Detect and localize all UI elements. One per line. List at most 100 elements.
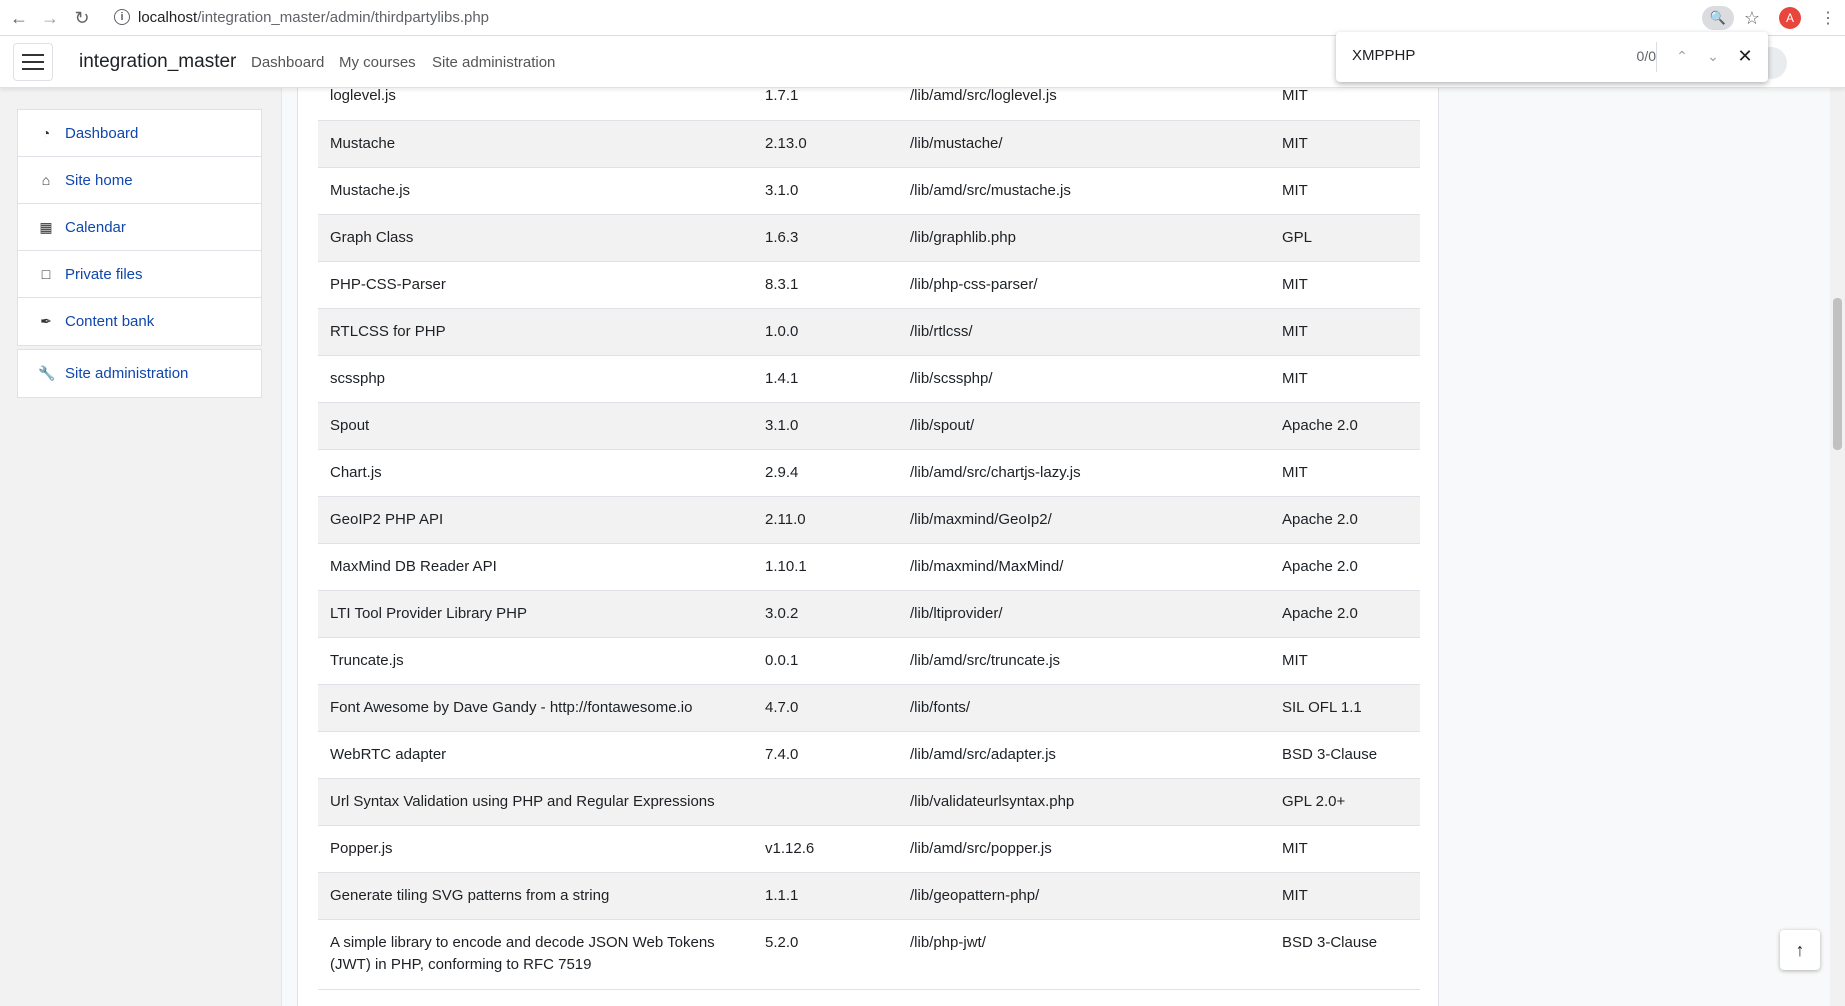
library-location-cell: /lib/amd/src/adapter.js <box>898 731 1270 779</box>
drawer-item-label: Calendar <box>65 218 126 236</box>
library-license-cell: MIT <box>1270 872 1420 920</box>
find-divider <box>1656 42 1657 72</box>
library-license-cell: MIT <box>1270 449 1420 497</box>
library-version-cell: 2.9.4 <box>753 449 898 497</box>
drawer-item-label: Content bank <box>65 313 155 330</box>
library-license-cell: MIT <box>1270 261 1420 309</box>
nav-site-administration-link[interactable]: Site administration <box>432 54 555 71</box>
calendar-icon: ▦ <box>39 218 53 235</box>
library-name-cell: Font Awesome by Dave Gandy - http://font… <box>318 684 753 732</box>
library-location-cell: /lib/fonts/ <box>898 684 1270 732</box>
find-match-count: 0/0 <box>1636 48 1656 64</box>
site-info-icon[interactable]: i <box>114 9 130 25</box>
library-location-cell: /lib/maxmind/GeoIp2/ <box>898 496 1270 544</box>
page-scrollbar[interactable] <box>1830 37 1845 1006</box>
library-location-cell: /lib/amd/src/mustache.js <box>898 167 1270 215</box>
table-row: Url Syntax Validation using PHP and Regu… <box>318 778 1420 826</box>
table-row: Popper.js v1.12.6/lib/amd/src/popper.js MI… <box>318 825 1420 873</box>
main-content: loglevel.js 1.7.1/lib/amd/src/loglevel.js… <box>297 73 1439 1006</box>
library-name-cell: RTLCSS for PHP <box>318 308 753 356</box>
forward-arrow-icon[interactable]: → <box>38 6 62 30</box>
library-location-cell: /lib/php-jwt/ <box>898 919 1270 990</box>
library-license-cell: Apache 2.0 <box>1270 496 1420 544</box>
drawer-item-label: Dashboard <box>65 124 139 142</box>
library-version-cell: 5.2.0 <box>753 919 898 990</box>
drawer-item-calendar[interactable]: ▦ Calendar <box>18 204 261 251</box>
drawer-item-dashboard[interactable]: ◔ Dashboard <box>18 110 261 157</box>
table-row: Spout 3.1.0/lib/spout/Apache 2.0 <box>318 402 1420 450</box>
library-location-cell: /lib/graphlib.php <box>898 214 1270 262</box>
library-license-cell: Apache 2.0 <box>1270 543 1420 591</box>
library-license-cell: BSD 3-Clause <box>1270 731 1420 779</box>
library-version-cell: v1.12.6 <box>753 825 898 873</box>
library-version-cell: 8.3.1 <box>753 261 898 309</box>
library-location-cell: /lib/amd/src/popper.js <box>898 825 1270 873</box>
drawer-main-group: ◔ Dashboard ⌂ Site home ▦ Calendar □ Private… <box>17 109 262 346</box>
library-name-cell: WebRTC adapter <box>318 731 753 779</box>
table-row: Truncate.js 0.0.1/lib/amd/src/truncate.js… <box>318 637 1420 685</box>
table-row: Mustache 2.13.0/lib/mustache/MIT <box>318 120 1420 168</box>
url-path: /integration_master/admin/thirdpartylibs… <box>197 9 490 26</box>
table-row: GeoIP2 PHP API 2.11.0/lib/maxmind/GeoIp2/… <box>318 496 1420 544</box>
table-row: Mustache.js 3.1.0/lib/amd/src/mustache.js… <box>318 167 1420 215</box>
library-version-cell: 0.0.1 <box>753 637 898 685</box>
library-version-cell: 1.6.3 <box>753 214 898 262</box>
nav-drawer: ◔ Dashboard ⌂ Site home ▦ Calendar □ Private… <box>0 88 282 1006</box>
library-location-cell: /lib/amd/src/truncate.js <box>898 637 1270 685</box>
library-version-cell: 7.4.0 <box>753 731 898 779</box>
address-bar[interactable]: localhost/integration_master/admin/third… <box>138 9 489 26</box>
library-license-cell: Apache 2.0 <box>1270 402 1420 450</box>
back-to-top-arrow-up-icon[interactable]: ↑ <box>1780 930 1820 970</box>
drawer-item-content-bank[interactable]: ✒ Content bank <box>18 298 261 345</box>
site-brand[interactable]: integration_master <box>79 51 236 73</box>
library-license-cell: MIT <box>1270 637 1420 685</box>
table-row: PHP-CSS-Parser 8.3.1/lib/php-css-parser/M… <box>318 261 1420 309</box>
find-in-page-icon[interactable]: 🔍 <box>1702 6 1734 30</box>
drawer-item-private-files[interactable]: □ Private files <box>18 251 261 298</box>
table-row: Font Awesome by Dave Gandy - http://font… <box>318 684 1420 732</box>
library-license-cell: SIL OFL 1.1 <box>1270 684 1420 732</box>
library-name-cell: scssphp <box>318 355 753 403</box>
nav-my-courses-link[interactable]: My courses <box>339 54 416 71</box>
profile-avatar[interactable]: A <box>1779 7 1801 29</box>
nav-dashboard-link[interactable]: Dashboard <box>251 54 324 71</box>
library-location-cell: /lib/rtlcss/ <box>898 308 1270 356</box>
library-name-cell: Mustache <box>318 120 753 168</box>
find-next-chevron-down-icon[interactable]: ⌄ <box>1702 45 1724 67</box>
library-license-cell: GPL <box>1270 214 1420 262</box>
library-name-cell: A simple library to encode and decode JS… <box>318 919 753 990</box>
library-license-cell: MIT <box>1270 120 1420 168</box>
drawer-item-site-home[interactable]: ⌂ Site home <box>18 157 261 204</box>
library-name-cell: MaxMind DB Reader API <box>318 543 753 591</box>
bookmark-star-icon[interactable]: ☆ <box>1740 6 1764 30</box>
library-name-cell: Generate tiling SVG patterns from a stri… <box>318 872 753 920</box>
back-arrow-icon[interactable]: ← <box>7 6 31 30</box>
table-row: WebRTC adapter 7.4.0/lib/amd/src/adapter.… <box>318 731 1420 779</box>
drawer-item-site-administration[interactable]: 🔧 Site administration <box>18 350 261 397</box>
library-location-cell: /lib/ltiprovider/ <box>898 590 1270 638</box>
drawer-admin-group: 🔧 Site administration <box>17 349 262 398</box>
browser-menu-icon[interactable]: ⋮ <box>1820 6 1836 30</box>
library-version-cell: 1.10.1 <box>753 543 898 591</box>
table-row: MaxMind DB Reader API 1.10.1/lib/maxmind/… <box>318 543 1420 591</box>
library-license-cell: Apache 2.0 <box>1270 590 1420 638</box>
reload-icon[interactable]: ↻ <box>70 6 94 30</box>
library-location-cell: /lib/scssphp/ <box>898 355 1270 403</box>
library-version-cell: 1.0.0 <box>753 308 898 356</box>
page-scrollbar-thumb[interactable] <box>1833 298 1842 450</box>
drawer-toggle-hamburger-icon[interactable] <box>13 43 53 81</box>
library-version-cell: 4.7.0 <box>753 684 898 732</box>
library-location-cell: /lib/maxmind/MaxMind/ <box>898 543 1270 591</box>
library-name-cell: Truncate.js <box>318 637 753 685</box>
library-name-cell: PHP-CSS-Parser <box>318 261 753 309</box>
find-close-icon[interactable]: ✕ <box>1734 45 1756 67</box>
library-name-cell: LTI Tool Provider Library PHP <box>318 590 753 638</box>
library-name-cell: Graph Class <box>318 214 753 262</box>
table-row: Generate tiling SVG patterns from a stri… <box>318 872 1420 920</box>
library-name-cell: Url Syntax Validation using PHP and Regu… <box>318 778 753 826</box>
find-input[interactable]: XMPPHP <box>1352 47 1415 64</box>
table-row: scssphp 1.4.1/lib/scssphp/MIT <box>318 355 1420 403</box>
find-previous-chevron-up-icon[interactable]: ⌃ <box>1671 45 1693 67</box>
wrench-icon: 🔧 <box>38 365 56 381</box>
library-name-cell: Popper.js <box>318 825 753 873</box>
